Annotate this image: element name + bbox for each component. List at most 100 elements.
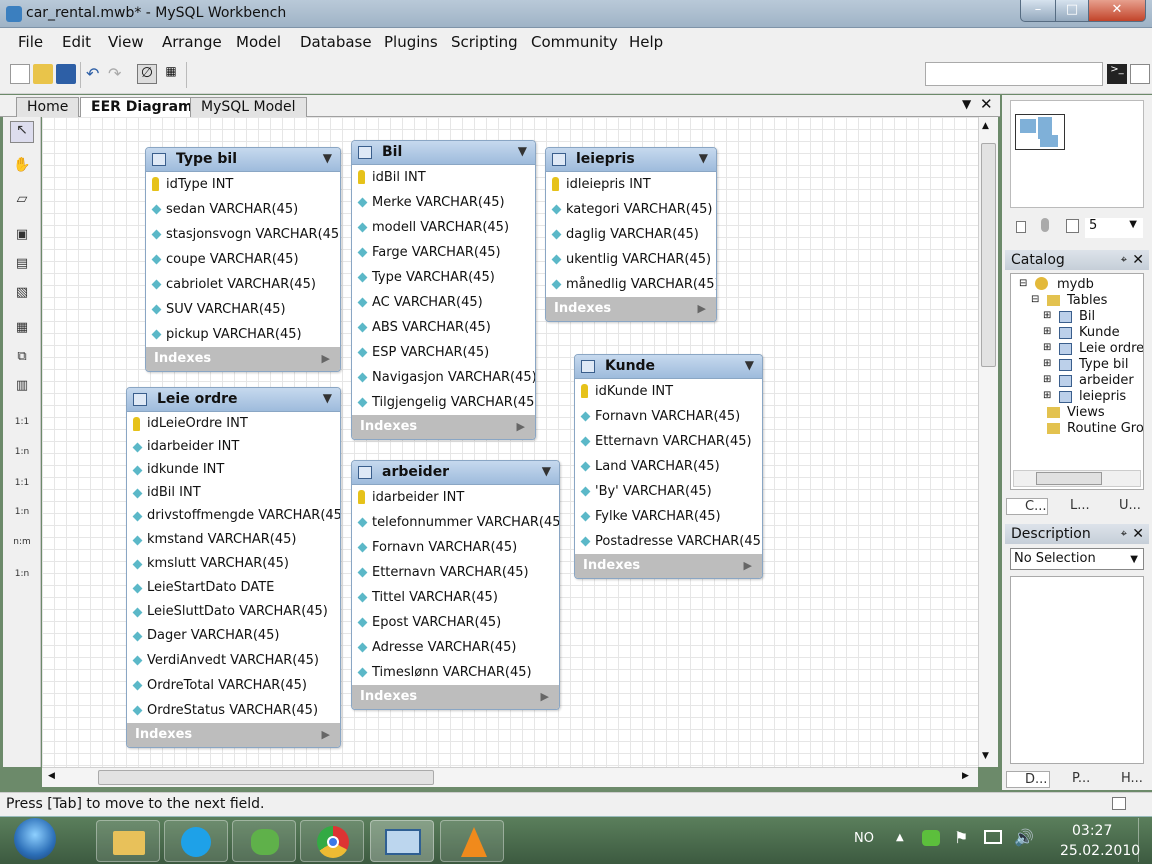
expand-icon[interactable]: ⊞ (1043, 326, 1051, 337)
expand-arrow-icon[interactable]: ▶ (322, 347, 330, 371)
tree-table-bil[interactable]: Bil (1079, 309, 1095, 324)
column-row[interactable]: cabriolet VARCHAR(45) (146, 272, 340, 297)
tree-table-leie-ordre[interactable]: Leie ordre (1079, 341, 1143, 356)
taskbar-explorer-icon[interactable] (96, 820, 160, 862)
description-text-area[interactable] (1010, 576, 1144, 764)
scroll-down-icon[interactable]: ▼ (982, 751, 989, 761)
column-row[interactable]: Fornavn VARCHAR(45) (352, 535, 559, 560)
pointer-tool-icon[interactable]: ↖ (10, 121, 34, 143)
tree-routine-groups-folder[interactable]: Routine Gro (1067, 421, 1143, 436)
indexes-section[interactable]: Indexes ▶ (352, 415, 535, 439)
tab-user-types[interactable]: U... (1103, 498, 1141, 513)
column-row[interactable]: LeieSluttDato VARCHAR(45) (127, 600, 340, 624)
column-row[interactable]: kmstand VARCHAR(45) (127, 528, 340, 552)
routine-tool-icon[interactable]: ▥ (10, 378, 34, 400)
menu-plugins[interactable]: Plugins (384, 33, 438, 51)
catalog-hscroll-thumb[interactable] (1036, 472, 1102, 485)
expand-arrow-icon[interactable]: ▶ (517, 415, 525, 439)
tab-eer-diagram[interactable]: EER Diagram (80, 97, 204, 118)
panel-close-icon[interactable]: ✕ (1132, 524, 1144, 544)
panel-close-icon[interactable]: ✕ (1132, 250, 1144, 270)
align-grid-icon[interactable]: ▦ (161, 64, 181, 84)
column-row[interactable]: Epost VARCHAR(45) (352, 610, 559, 635)
zoom-out-icon[interactable] (1016, 221, 1026, 233)
column-row[interactable]: Dager VARCHAR(45) (127, 624, 340, 648)
scroll-left-icon[interactable]: ◀ (48, 771, 55, 781)
eraser-tool-icon[interactable]: ▱ (10, 191, 34, 213)
vertical-scrollbar[interactable]: ▲ ▼ (978, 117, 998, 767)
note-tool-icon[interactable]: ▤ (10, 256, 34, 278)
column-row[interactable]: idarbeider INT (352, 485, 559, 510)
column-row[interactable]: Farge VARCHAR(45) (352, 240, 535, 265)
search-input[interactable] (925, 62, 1103, 86)
column-row[interactable]: idType INT (146, 172, 340, 197)
menu-arrange[interactable]: Arrange (162, 33, 222, 51)
diagram-canvas[interactable]: Type bil ▼ idType INT sedan VARCHAR(45) s… (42, 117, 978, 767)
column-row[interactable]: Navigasjon VARCHAR(45) (352, 365, 535, 390)
expand-arrow-icon[interactable]: ▶ (744, 554, 752, 578)
column-row[interactable]: OrdreStatus VARCHAR(45) (127, 698, 340, 723)
menu-model[interactable]: Model (236, 33, 281, 51)
action-center-flag-icon[interactable]: ⚑ (954, 828, 968, 847)
column-row[interactable]: VerdiAnvedt VARCHAR(45) (127, 648, 340, 673)
column-row[interactable]: idleiepris INT (546, 172, 716, 197)
column-row[interactable]: Postadresse VARCHAR(45) (575, 529, 762, 554)
horizontal-scrollbar[interactable]: ◀ ▶ (42, 767, 978, 787)
save-icon[interactable] (56, 64, 76, 84)
expand-icon[interactable]: ⊞ (1043, 358, 1051, 369)
tab-mysql-model[interactable]: MySQL Model (190, 97, 307, 117)
clock-time[interactable]: 03:27 (1072, 823, 1112, 839)
table-leie-ordre[interactable]: Leie ordre ▼ idLeieOrdre INT idarbeider I… (126, 387, 341, 748)
column-row[interactable]: drivstoffmengde VARCHAR(45) (127, 504, 340, 528)
catalog-tree[interactable]: ⊟ mydb ⊟ Tables ⊞ Bil ⊞ Kunde ⊞ Leie ord… (1010, 273, 1144, 490)
network-icon[interactable] (984, 830, 1002, 844)
expand-arrow-icon[interactable]: ▶ (322, 723, 330, 747)
menu-edit[interactable]: Edit (62, 33, 91, 51)
column-row[interactable]: idKunde INT (575, 379, 762, 404)
indexes-section[interactable]: Indexes ▶ (546, 297, 716, 321)
new-file-icon[interactable] (10, 64, 30, 84)
column-row[interactable]: coupe VARCHAR(45) (146, 247, 340, 272)
tree-table-kunde[interactable]: Kunde (1079, 325, 1120, 340)
scroll-up-icon[interactable]: ▲ (982, 121, 989, 131)
column-row[interactable]: Etternavn VARCHAR(45) (352, 560, 559, 585)
column-row[interactable]: LeieStartDato DATE (127, 576, 340, 600)
column-row[interactable]: pickup VARCHAR(45) (146, 322, 340, 347)
tree-schema-mydb[interactable]: mydb (1057, 277, 1094, 292)
tab-menu-icon[interactable]: ▼ (962, 97, 971, 111)
column-row[interactable]: Adresse VARCHAR(45) (352, 635, 559, 660)
tree-tables-folder[interactable]: Tables (1067, 293, 1107, 308)
tab-home[interactable]: Home (16, 97, 80, 117)
expand-icon[interactable]: ⊞ (1043, 390, 1051, 401)
expand-icon[interactable]: ⊞ (1043, 310, 1051, 321)
view-tool-icon[interactable]: ⧉ (10, 349, 34, 371)
table-bil[interactable]: Bil ▼ idBil INT Merke VARCHAR(45) modell … (351, 140, 536, 440)
expand-icon[interactable]: ⊞ (1043, 374, 1051, 385)
column-row[interactable]: telefonnummer VARCHAR(45) (352, 510, 559, 535)
column-row[interactable]: SUV VARCHAR(45) (146, 297, 340, 322)
volume-icon[interactable]: 🔊 (1014, 828, 1034, 847)
layer-tool-icon[interactable]: ▣ (10, 227, 34, 249)
table-tool-icon[interactable]: ▦ (10, 320, 34, 342)
tab-description[interactable]: D... (1006, 771, 1050, 788)
column-row[interactable]: idBil INT (127, 481, 340, 504)
column-row[interactable]: Land VARCHAR(45) (575, 454, 762, 479)
taskbar-messenger-icon[interactable] (232, 820, 296, 862)
column-row[interactable]: Etternavn VARCHAR(45) (575, 429, 762, 454)
open-folder-icon[interactable] (33, 64, 53, 84)
pin-icon[interactable]: ⌖ (1121, 250, 1127, 270)
tab-catalog[interactable]: C... (1006, 498, 1048, 515)
column-row[interactable]: sedan VARCHAR(45) (146, 197, 340, 222)
column-row[interactable]: OrdreTotal VARCHAR(45) (127, 673, 340, 698)
menu-community[interactable]: Community (531, 33, 618, 51)
column-row[interactable]: ukentlig VARCHAR(45) (546, 247, 716, 272)
indexes-section[interactable]: Indexes ▶ (352, 685, 559, 709)
undo-icon[interactable]: ↶ (86, 64, 106, 84)
expand-arrow-icon[interactable]: ▶ (698, 297, 706, 321)
column-row[interactable]: Tilgjengelig VARCHAR(45) (352, 390, 535, 415)
taskbar-skype-icon[interactable] (164, 820, 228, 862)
menu-view[interactable]: View (108, 33, 144, 51)
relationship-1-1-icon[interactable]: 1:1 (10, 417, 34, 439)
collapse-arrow-icon[interactable]: ▼ (699, 151, 708, 165)
collapse-arrow-icon[interactable]: ▼ (745, 358, 754, 372)
